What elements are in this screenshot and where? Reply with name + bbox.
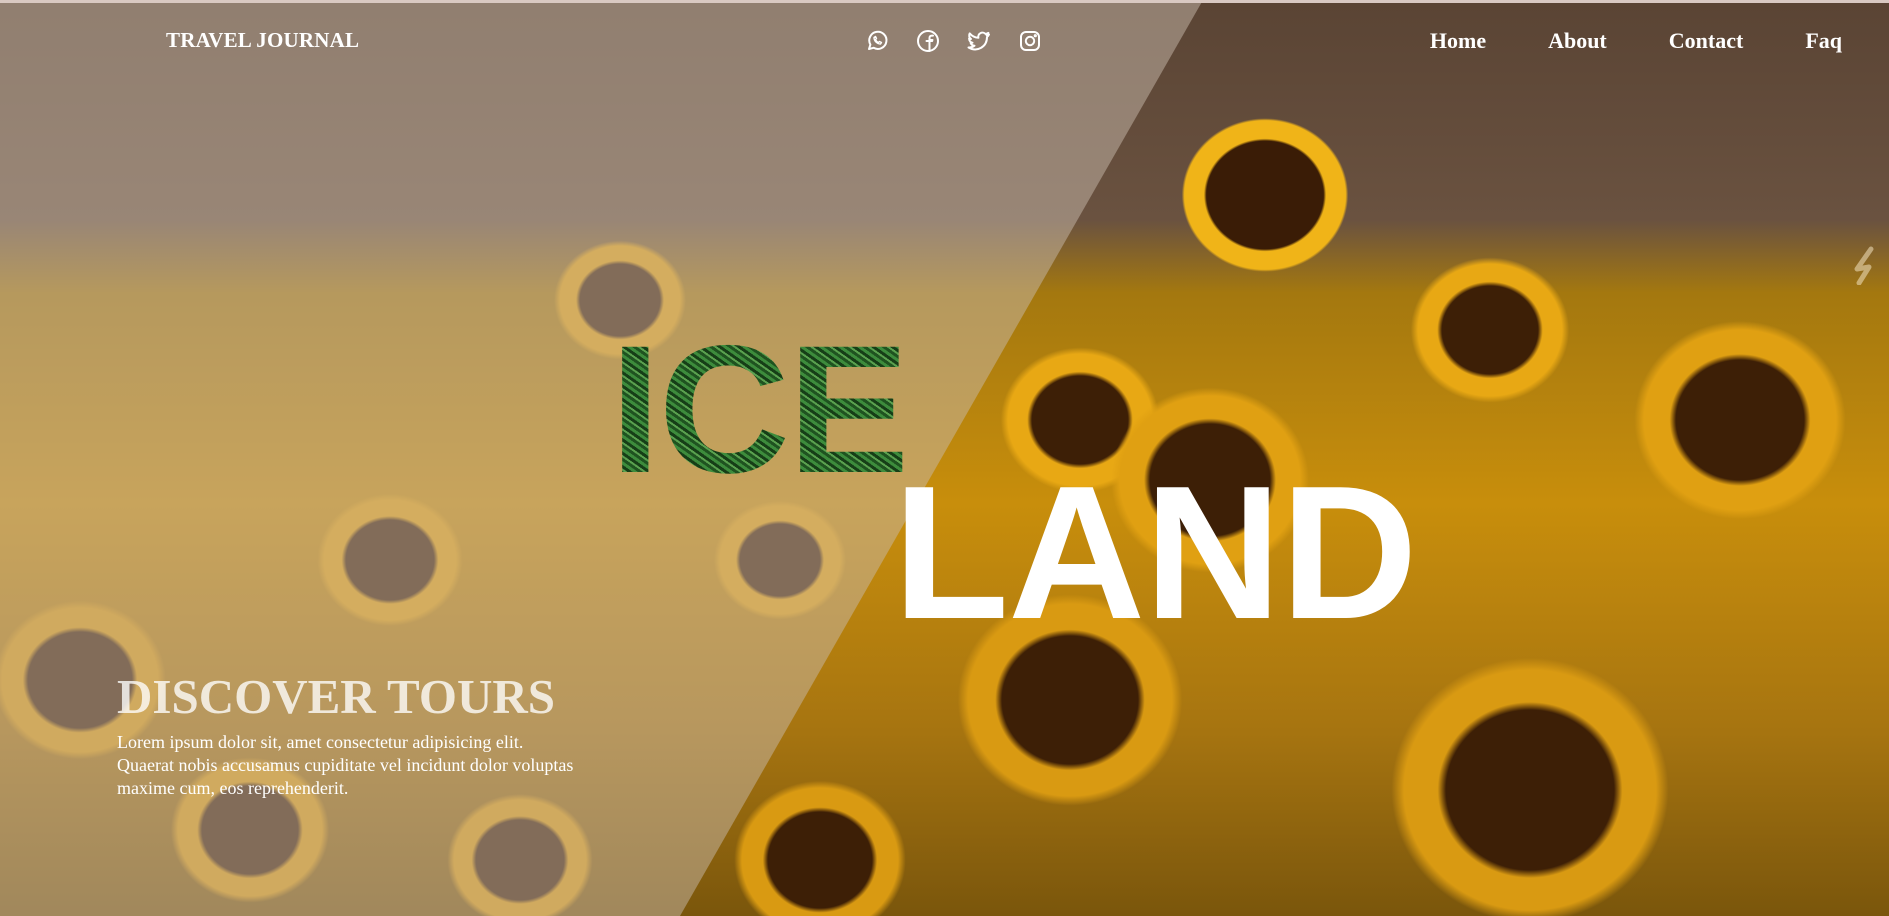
discover-tours-section: DISCOVER TOURS Lorem ipsum dolor sit, am…	[117, 672, 587, 800]
instagram-icon[interactable]	[1017, 28, 1043, 54]
discover-description: Lorem ipsum dolor sit, amet consectetur …	[117, 732, 574, 798]
nav-home[interactable]: Home	[1430, 28, 1486, 54]
whatsapp-icon[interactable]	[864, 28, 890, 54]
twitter-icon[interactable]	[966, 28, 992, 54]
nav-contact[interactable]: Contact	[1669, 28, 1744, 54]
navbar: TRAVEL JOURNAL Home About Contact Faq	[0, 0, 1889, 86]
nav-faq[interactable]: Faq	[1805, 28, 1842, 54]
facebook-icon[interactable]	[915, 28, 941, 54]
main-nav: Home About Contact Faq	[1430, 28, 1842, 54]
hero-word-land: LAND	[893, 447, 1418, 659]
slash-mark-icon	[1854, 246, 1874, 285]
top-border	[0, 0, 1889, 3]
brand-logo[interactable]: TRAVEL JOURNAL	[166, 28, 359, 53]
social-links	[864, 28, 1043, 54]
nav-about[interactable]: About	[1548, 28, 1607, 54]
hero-word-ice: ICE	[610, 307, 909, 511]
discover-title: DISCOVER TOURS	[117, 669, 555, 724]
hero-section: TRAVEL JOURNAL Home About Contact Faq IC…	[0, 0, 1889, 916]
